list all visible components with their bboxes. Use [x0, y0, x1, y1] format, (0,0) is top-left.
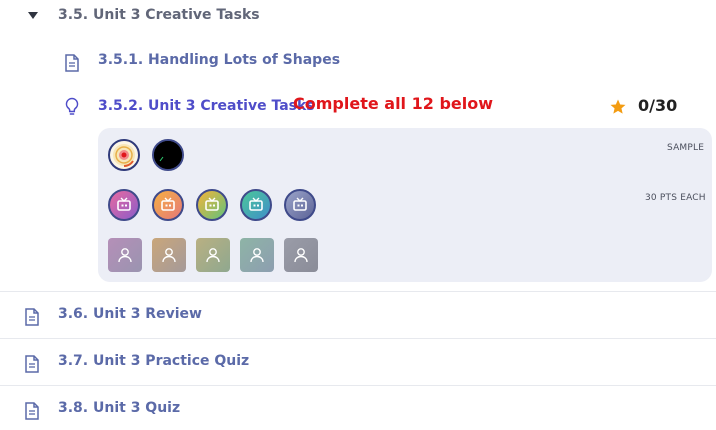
section-title: 3.5. Unit 3 Creative Tasks: [58, 7, 260, 23]
lesson-item-quiz[interactable]: 3.8. Unit 3 Quiz: [0, 394, 716, 424]
document-icon: [65, 54, 79, 72]
lightbulb-icon: [65, 97, 79, 115]
task-1[interactable]: [108, 189, 140, 221]
tv-icon: [249, 197, 263, 211]
task-3[interactable]: [196, 189, 228, 221]
sample-project-1[interactable]: [108, 139, 140, 171]
section-header[interactable]: 3.5. Unit 3 Creative Tasks: [0, 0, 716, 34]
task-4[interactable]: [240, 189, 272, 221]
locked-task-5[interactable]: [284, 238, 318, 272]
lesson-item-review[interactable]: 3.6. Unit 3 Review: [0, 300, 716, 330]
sample-thumbnail: [113, 144, 135, 167]
lesson-title: 3.7. Unit 3 Practice Quiz: [58, 353, 250, 369]
instruction-note: Complete all 12 below: [293, 94, 493, 113]
locked-task-2[interactable]: [152, 238, 186, 272]
user-icon: [294, 248, 308, 263]
locked-task-4[interactable]: [240, 238, 274, 272]
points-caption: 30 PTS EACH: [645, 193, 706, 203]
score-value: 0/30: [638, 96, 678, 115]
user-icon: [118, 248, 132, 263]
sample-caption: SAMPLE: [667, 143, 705, 153]
divider: [0, 291, 716, 292]
tv-icon: [117, 197, 131, 211]
lesson-item-shapes[interactable]: 3.5.1. Handling Lots of Shapes: [0, 46, 716, 76]
lesson-title: 3.5.1. Handling Lots of Shapes: [98, 52, 341, 68]
creative-tasks-panel: SAMPLE 30 PTS EACH: [98, 128, 712, 282]
lesson-item-practice-quiz[interactable]: 3.7. Unit 3 Practice Quiz: [0, 347, 716, 377]
task-5[interactable]: [284, 189, 316, 221]
tv-icon: [161, 197, 175, 211]
divider: [0, 338, 716, 339]
document-icon: [25, 308, 39, 326]
locked-task-1[interactable]: [108, 238, 142, 272]
chevron-down-icon[interactable]: [28, 12, 38, 19]
lesson-title: 3.6. Unit 3 Review: [58, 306, 202, 322]
locked-task-3[interactable]: [196, 238, 230, 272]
task-2[interactable]: [152, 189, 184, 221]
user-icon: [206, 248, 220, 263]
document-icon: [25, 402, 39, 420]
user-icon: [250, 248, 264, 263]
sample-project-2[interactable]: [152, 139, 184, 171]
tv-icon: [293, 197, 307, 211]
document-icon: [25, 355, 39, 373]
user-icon: [162, 248, 176, 263]
tv-icon: [205, 197, 219, 211]
divider: [0, 385, 716, 386]
lesson-title: 3.5.2. Unit 3 Creative Tasks: [98, 98, 315, 114]
lesson-title: 3.8. Unit 3 Quiz: [58, 400, 181, 416]
star-icon: [610, 99, 626, 114]
lesson-item-creative-tasks[interactable]: 3.5.2. Unit 3 Creative Tasks Complete al…: [0, 92, 716, 122]
sample-thumbnail: [154, 141, 182, 169]
